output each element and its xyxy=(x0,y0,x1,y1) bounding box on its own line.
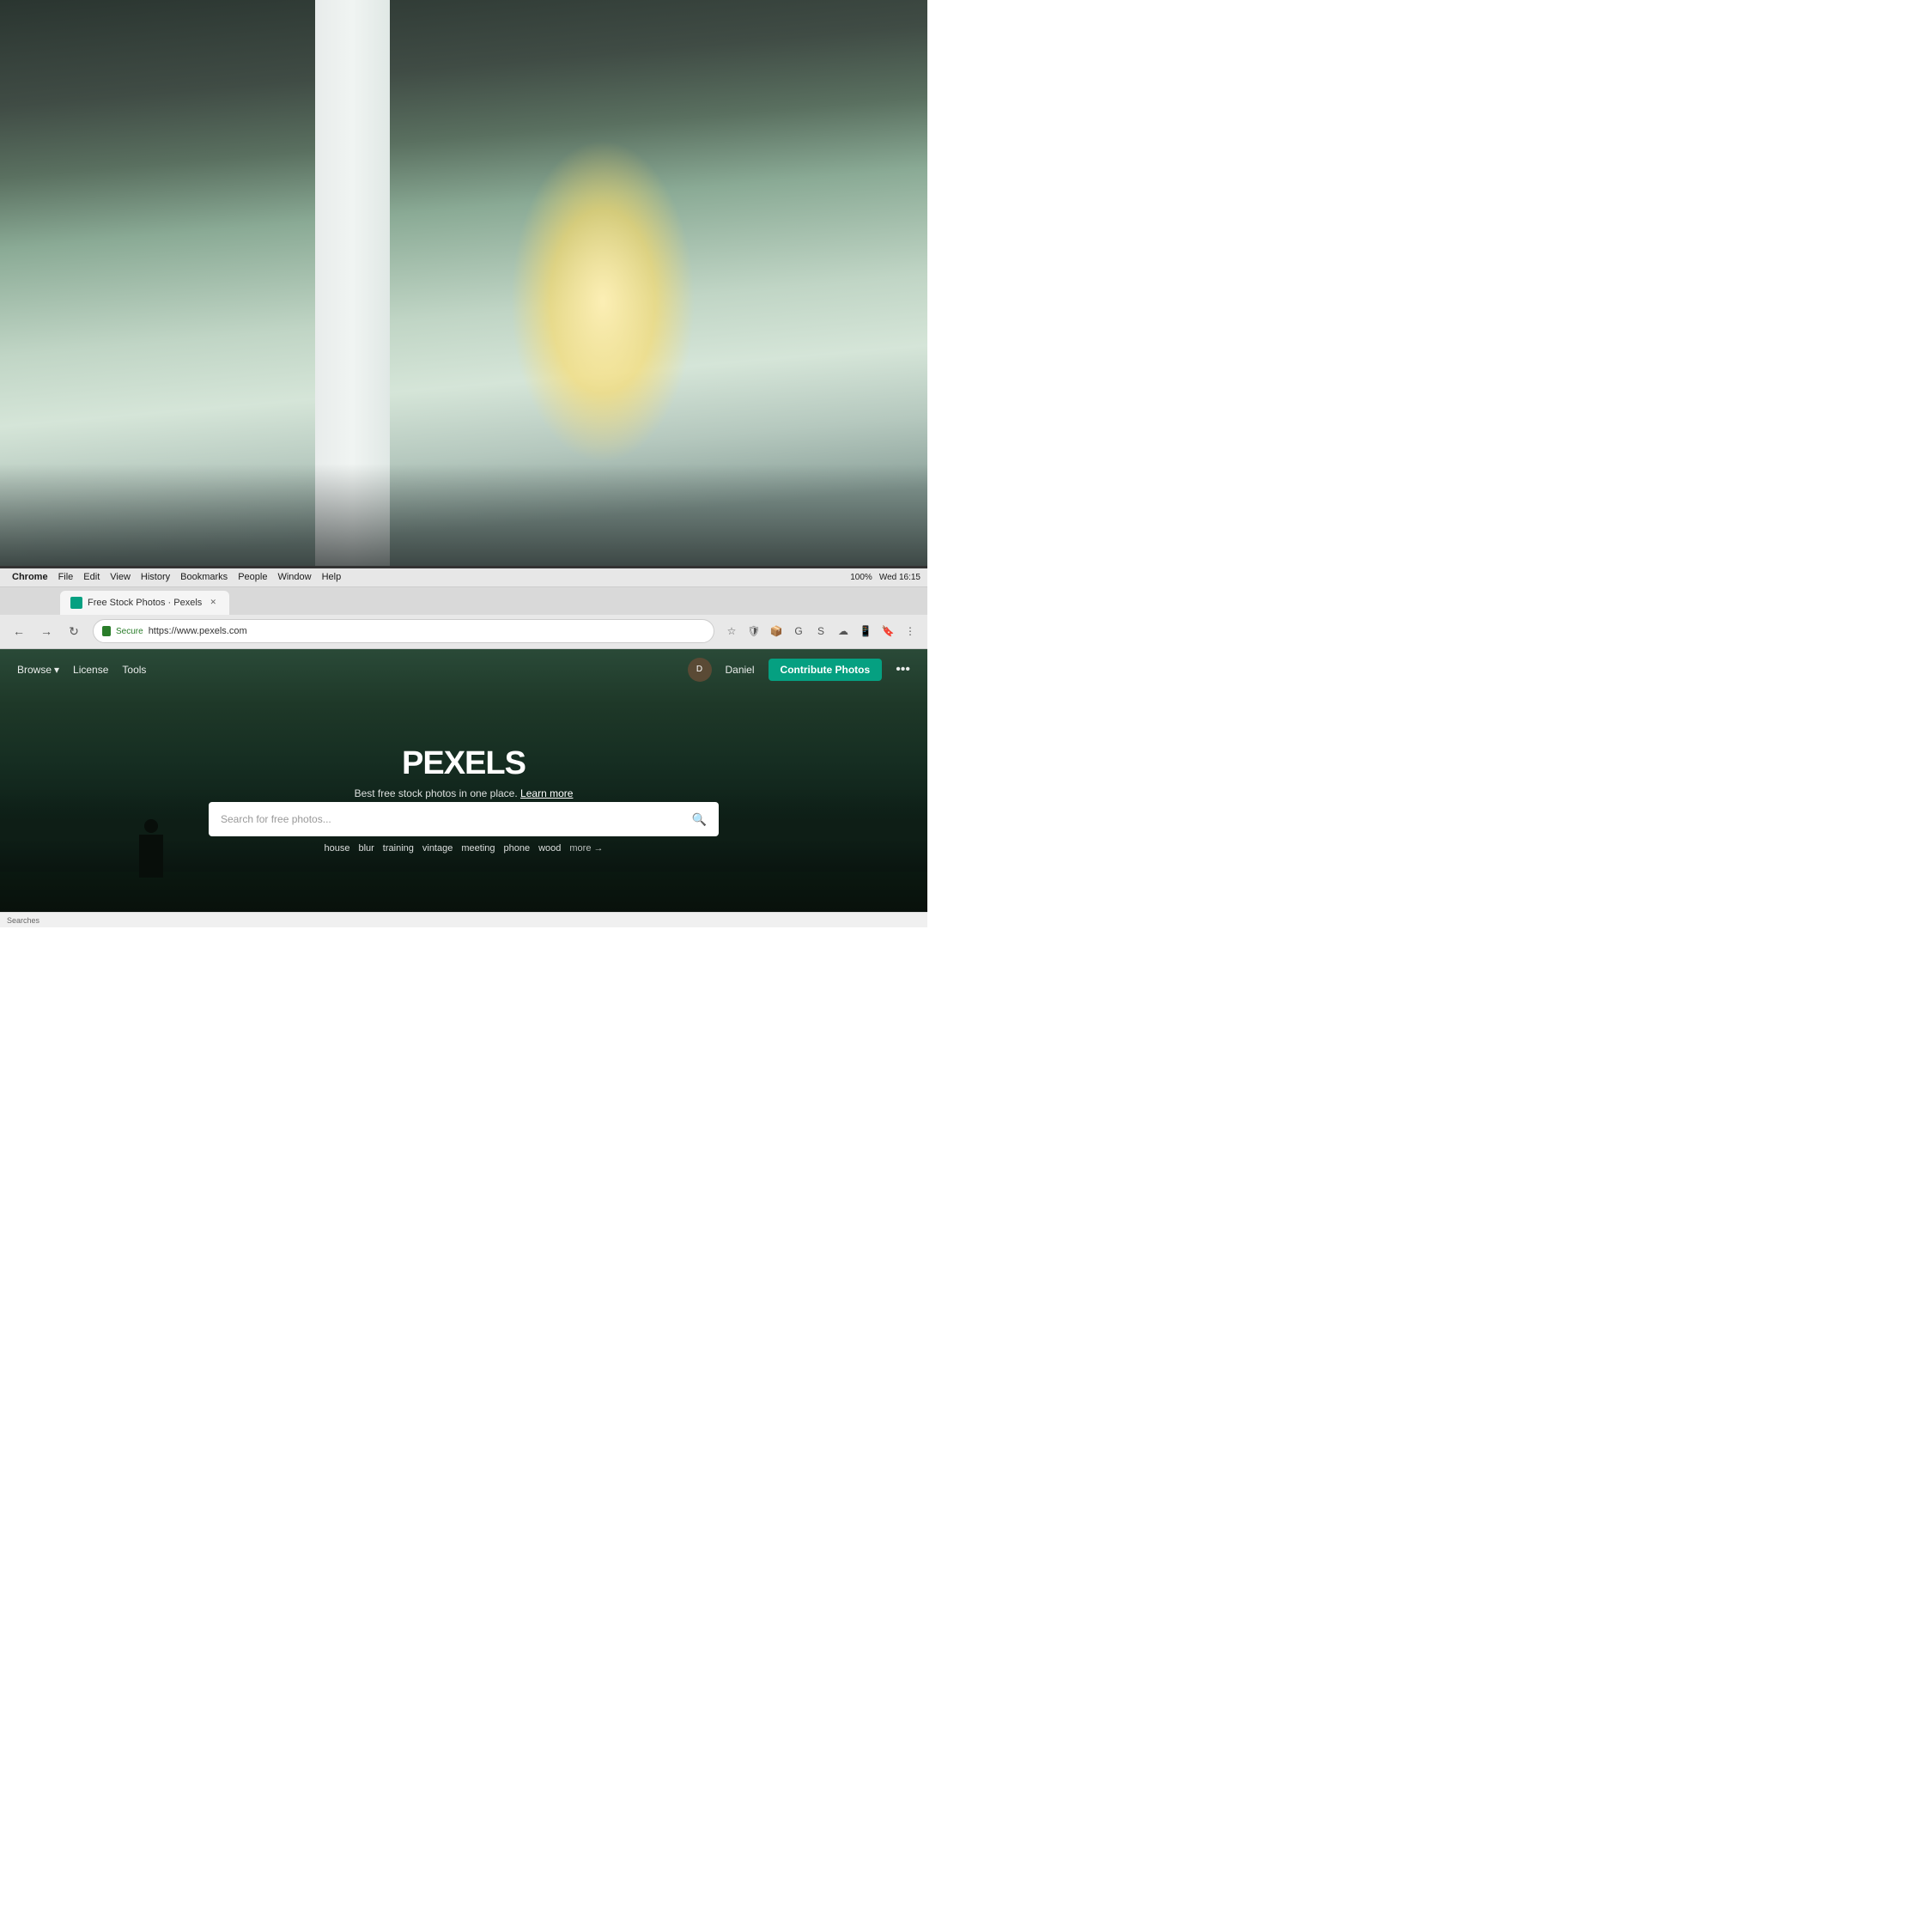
screen-inner: Chrome File Edit View History Bookmarks … xyxy=(0,568,927,927)
tag-wood[interactable]: wood xyxy=(538,843,561,854)
search-icon[interactable]: 🔍 xyxy=(692,812,707,827)
forward-button[interactable]: → xyxy=(34,619,58,643)
bookmark-icon[interactable]: ☆ xyxy=(721,621,742,641)
menu-edit[interactable]: Edit xyxy=(78,568,105,587)
tag-phone[interactable]: phone xyxy=(504,843,531,854)
active-tab[interactable]: Free Stock Photos · Pexels ✕ xyxy=(60,591,229,615)
user-avatar[interactable]: D xyxy=(688,658,712,682)
extension-icon-5[interactable]: ☁ xyxy=(833,621,854,641)
tag-training[interactable]: training xyxy=(383,843,414,854)
learn-more-link[interactable]: Learn more xyxy=(520,787,573,799)
search-placeholder: Search for free photos... xyxy=(221,813,683,825)
search-bar[interactable]: Search for free photos... 🔍 xyxy=(209,802,719,836)
extension-icon-4[interactable]: S xyxy=(811,621,831,641)
contribute-photos-button[interactable]: Contribute Photos xyxy=(769,659,883,681)
sunlight-effect xyxy=(510,139,696,464)
menu-file[interactable]: File xyxy=(53,568,79,587)
pexels-title: PEXELS xyxy=(185,745,742,782)
tag-meeting[interactable]: meeting xyxy=(461,843,495,854)
menu-bookmarks[interactable]: Bookmarks xyxy=(175,568,233,587)
tools-link[interactable]: Tools xyxy=(122,664,146,676)
menu-history[interactable]: History xyxy=(136,568,175,587)
extension-icon-2[interactable]: 📦 xyxy=(766,621,787,641)
pexels-subtitle: Best free stock photos in one place. Lea… xyxy=(185,787,742,799)
menubar-right: 100% Wed 16:15 xyxy=(850,573,920,582)
url-text: https://www.pexels.com xyxy=(149,626,247,636)
tag-house[interactable]: house xyxy=(324,843,349,854)
license-link[interactable]: License xyxy=(73,664,108,676)
menu-view[interactable]: View xyxy=(105,568,136,587)
back-button[interactable]: ← xyxy=(7,619,31,643)
browse-link[interactable]: Browse ▾ xyxy=(17,664,59,676)
nav-right-items: D Daniel Contribute Photos ••• xyxy=(688,658,911,682)
browser-toolbar: ← → ↻ Secure https://www.pexels.com ☆ 🛡 … xyxy=(0,615,927,649)
tab-close-button[interactable]: ✕ xyxy=(207,597,219,609)
tab-title: Free Stock Photos · Pexels xyxy=(88,598,202,608)
tag-vintage[interactable]: vintage xyxy=(422,843,453,854)
person-head xyxy=(144,819,158,833)
monitor-screen: Chrome File Edit View History Bookmarks … xyxy=(0,566,927,927)
more-button[interactable]: ••• xyxy=(896,662,910,677)
clock: Wed 16:15 xyxy=(879,573,920,582)
person-silhouette xyxy=(139,835,163,878)
search-tags: house blur training vintage meeting phon… xyxy=(209,843,719,854)
macos-menubar: Chrome File Edit View History Bookmarks … xyxy=(0,568,927,587)
secure-label: Secure xyxy=(116,627,143,636)
menu-people[interactable]: People xyxy=(233,568,272,587)
pexels-hero: Browse ▾ License Tools D Daniel xyxy=(0,649,927,927)
tab-bar: Free Stock Photos · Pexels ✕ xyxy=(0,587,927,615)
search-container: Search for free photos... 🔍 house blur t… xyxy=(209,802,719,854)
nav-left-items: Browse ▾ License Tools xyxy=(17,664,146,676)
app-name: Chrome xyxy=(7,572,53,582)
address-bar[interactable]: Secure https://www.pexels.com xyxy=(93,619,714,643)
settings-icon[interactable]: ⋮ xyxy=(900,621,920,641)
pexels-navbar: Browse ▾ License Tools D Daniel xyxy=(0,649,927,690)
avatar-initial: D xyxy=(696,665,702,674)
extension-icon-3[interactable]: G xyxy=(788,621,809,641)
website-content: Browse ▾ License Tools D Daniel xyxy=(0,649,927,927)
person-body xyxy=(139,835,163,878)
tag-more[interactable]: more → xyxy=(569,843,603,854)
status-bar: Searches xyxy=(0,912,927,927)
browser-window: Chrome File Edit View History Bookmarks … xyxy=(0,568,927,927)
menu-help[interactable]: Help xyxy=(317,568,347,587)
browse-arrow-icon: ▾ xyxy=(54,664,59,676)
extension-icon-6[interactable]: 📱 xyxy=(855,621,876,641)
tag-blur[interactable]: blur xyxy=(358,843,374,854)
secure-icon xyxy=(102,626,111,636)
user-name: Daniel xyxy=(726,664,755,676)
extension-icon-1[interactable]: 🛡 xyxy=(744,621,764,641)
menu-window[interactable]: Window xyxy=(272,568,316,587)
refresh-button[interactable]: ↻ xyxy=(62,619,86,643)
toolbar-icons: ☆ 🛡 📦 G S ☁ 📱 🔖 ⋮ xyxy=(721,621,920,641)
browse-label: Browse xyxy=(17,664,52,676)
status-text: Searches xyxy=(7,916,39,925)
tab-favicon xyxy=(70,597,82,609)
extension-icon-7[interactable]: 🔖 xyxy=(878,621,898,641)
battery-indicator: 100% xyxy=(850,573,872,582)
